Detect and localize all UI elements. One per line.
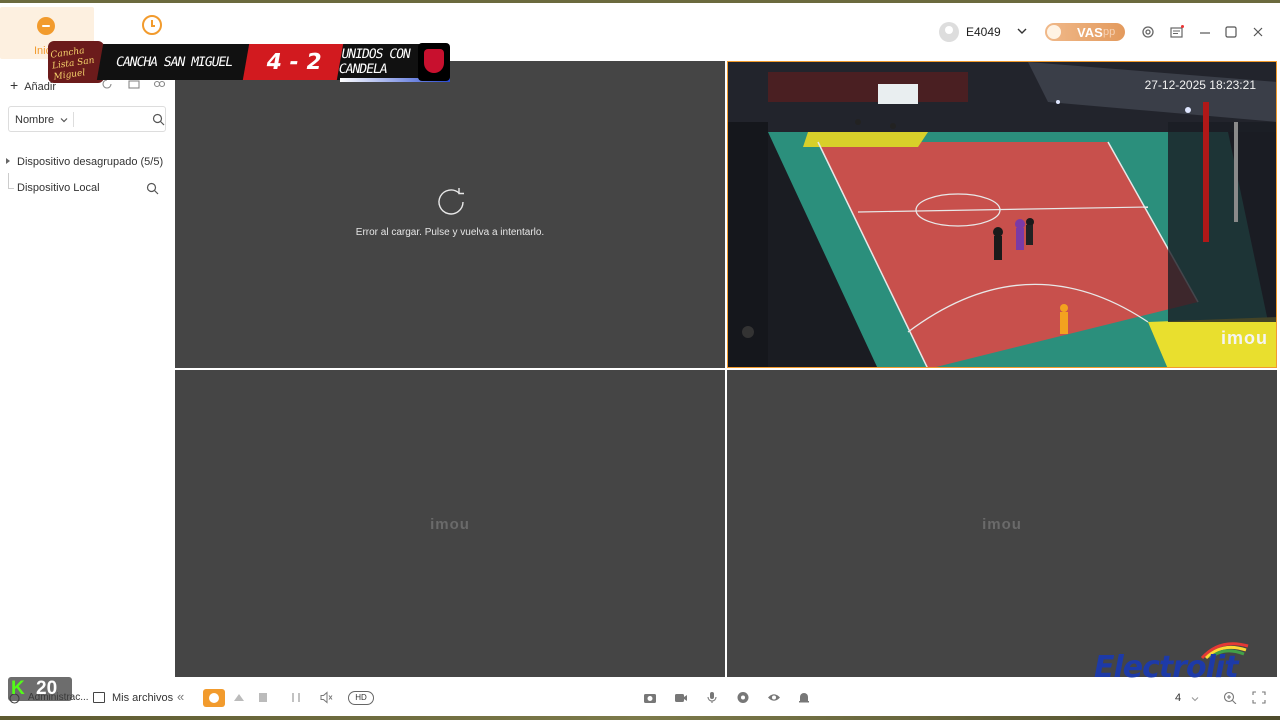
video-cell-2[interactable]: 27-12-2025 18:23:21 imou <box>727 61 1277 368</box>
court-video-feed <box>728 62 1276 367</box>
close-icon[interactable] <box>1251 25 1265 39</box>
tree-connector <box>8 173 14 189</box>
video-timestamp: 27-12-2025 18:23:21 <box>1144 78 1256 92</box>
kick-logo: K <box>11 678 25 699</box>
history-icon[interactable] <box>142 15 162 35</box>
tree-item-local[interactable]: Dispositivo Local <box>17 182 100 194</box>
team-left-name: CANCHA SAN MIGUEL <box>96 44 252 80</box>
chevron-down-icon[interactable] <box>59 115 69 125</box>
expand-arrow-icon[interactable] <box>6 158 10 164</box>
imou-watermark: imou <box>1221 328 1268 348</box>
imou-logo: imou <box>430 516 470 533</box>
tree-item-label: Dispositivo desagrupado (5/5) <box>17 156 164 168</box>
tree-item-ungrouped[interactable]: Dispositivo desagrupado (5/5) <box>6 156 163 168</box>
team-left-logo: Cancha Lista San Miguel <box>48 41 104 83</box>
live-play-button[interactable] <box>203 689 225 707</box>
imou-logo: imou <box>982 516 1022 533</box>
chevron-down-icon[interactable] <box>1016 25 1028 37</box>
viewer-count-badge: K 20 <box>8 677 72 701</box>
playback-icon[interactable] <box>232 691 246 704</box>
filter-select[interactable]: Nombre <box>15 114 54 126</box>
collapse-sidebar-button[interactable]: « <box>177 689 184 704</box>
search-icon[interactable] <box>146 182 159 195</box>
error-message: Error al cargar. Pulse y vuelva a intent… <box>355 227 545 238</box>
minimize-icon[interactable] <box>1198 25 1212 39</box>
video-cell-1[interactable]: Error al cargar. Pulse y vuelva a intent… <box>175 61 725 368</box>
background-strip <box>0 716 1280 720</box>
vas-badge[interactable]: VAS pp <box>1045 23 1125 41</box>
my-files-link[interactable]: Mis archivos <box>112 692 173 704</box>
bell-icon[interactable] <box>797 691 811 704</box>
team-right-logo <box>418 43 450 81</box>
fullscreen-icon[interactable] <box>1252 691 1266 704</box>
bottom-toolbar: Administrac... Mis archivos « HD 4 <box>0 677 1280 716</box>
vas-sub: pp <box>1103 26 1116 38</box>
search-filter: Nombre <box>8 106 166 132</box>
team-right-name: UNIDOS CON CANDELA <box>336 44 426 80</box>
message-icon[interactable] <box>1170 25 1184 39</box>
settings-icon[interactable] <box>1141 25 1155 39</box>
sponsor-logo: Electrolit <box>1092 636 1252 686</box>
eye-icon[interactable] <box>767 691 781 704</box>
score: 4 - 2 <box>242 44 346 80</box>
viewer-count: 20 <box>36 678 58 699</box>
user-name[interactable]: E4049 <box>966 25 1001 39</box>
retry-icon[interactable] <box>434 185 468 219</box>
device-sidebar: + Añadir Nombre Dispositivo desagrupado (… <box>0 61 174 677</box>
snapshot-icon[interactable] <box>643 691 657 704</box>
grid-layout-select[interactable]: 4 <box>1175 692 1181 704</box>
pause-icon[interactable] <box>289 691 303 704</box>
folder-icon[interactable] <box>93 692 105 703</box>
mic-icon[interactable] <box>705 691 719 704</box>
scoreboard-overlay: Cancha Lista San Miguel CANCHA SAN MIGUE… <box>48 41 450 83</box>
zoom-icon[interactable] <box>1223 691 1237 704</box>
search-icon[interactable] <box>152 113 165 126</box>
home-icon <box>37 17 55 35</box>
stop-icon[interactable] <box>256 691 270 704</box>
mute-icon[interactable] <box>319 691 333 704</box>
hd-toggle[interactable]: HD <box>348 691 374 705</box>
maximize-icon[interactable] <box>1224 25 1238 39</box>
sponsor-name: Electrolit <box>1094 650 1239 685</box>
app-window: Inicio E4049 VAS pp + Añadir Nombre Dispo… <box>0 3 1280 716</box>
ptz-icon[interactable] <box>736 691 750 704</box>
video-grid: Error al cargar. Pulse y vuelva a intent… <box>174 61 1278 677</box>
record-icon[interactable] <box>674 691 688 704</box>
video-cell-3[interactable]: imou <box>175 370 725 677</box>
video-cell-4[interactable]: imou <box>727 370 1277 677</box>
vas-label: VAS <box>1077 25 1103 40</box>
chevron-down-icon[interactable] <box>1190 694 1200 704</box>
coin-icon <box>1047 25 1061 39</box>
divider <box>73 112 74 127</box>
avatar[interactable] <box>939 22 959 42</box>
